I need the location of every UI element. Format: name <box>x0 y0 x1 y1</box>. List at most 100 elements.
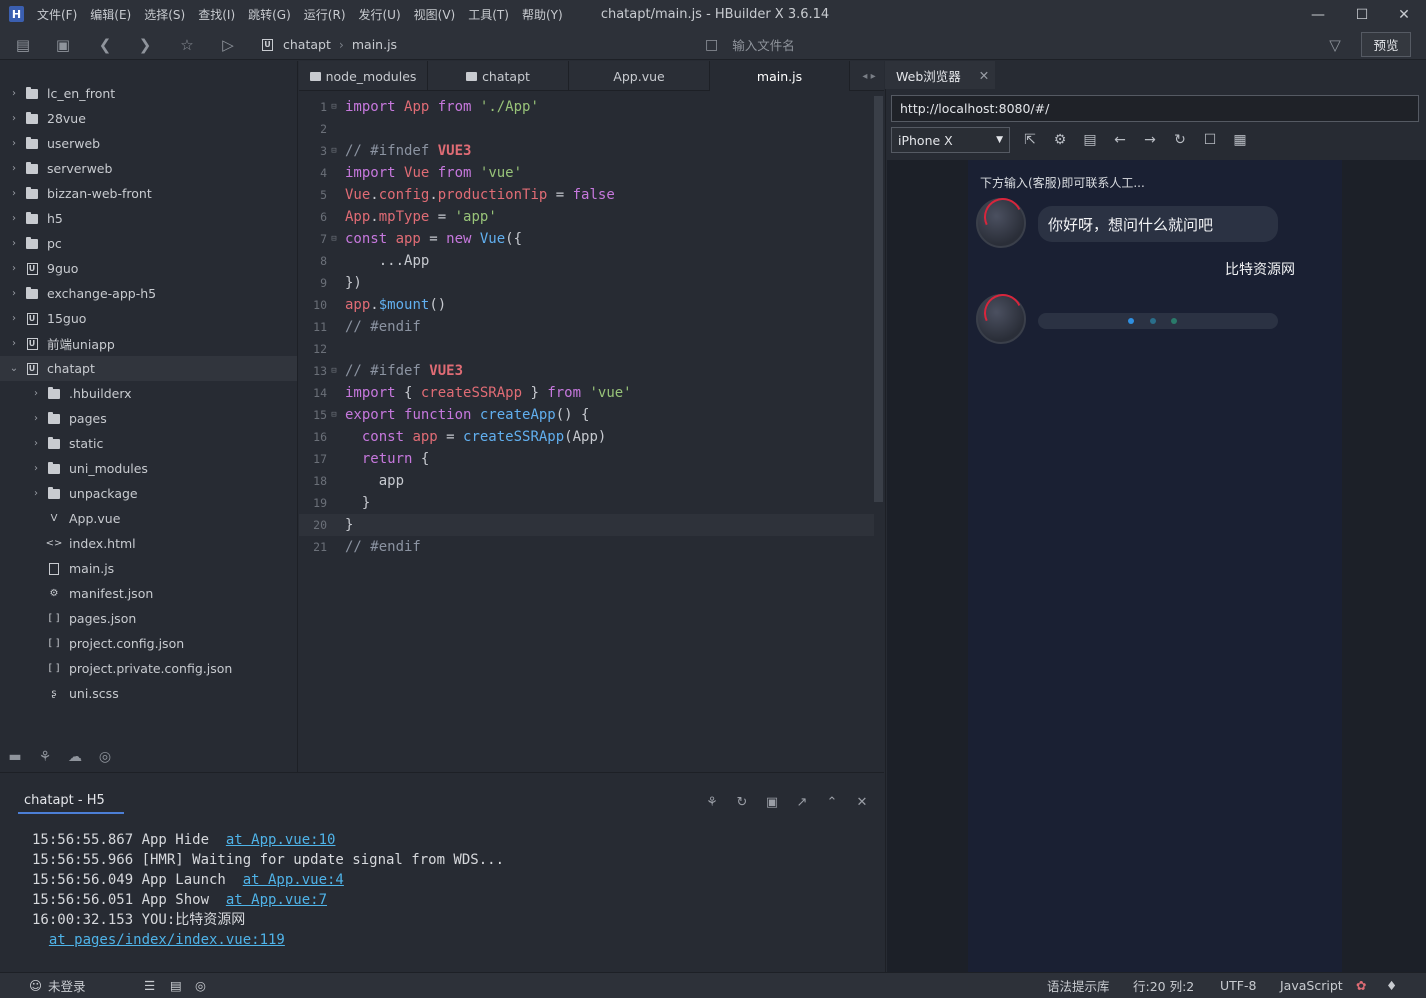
cursor-position[interactable]: 行:20 列:2 <box>1133 972 1194 998</box>
language-mode[interactable]: JavaScript <box>1280 972 1343 998</box>
editor-tab[interactable]: main.js <box>710 61 850 91</box>
debug-icon[interactable]: ⚘ <box>700 790 724 814</box>
menu-item[interactable]: 选择(S) <box>144 6 185 23</box>
code-line[interactable]: 16 const app = createSSRApp(App) <box>299 426 874 448</box>
tree-item[interactable]: ⚙ manifest.json <box>0 581 297 606</box>
source-link[interactable]: at App.vue:4 <box>243 872 344 888</box>
tree-item[interactable]: <> index.html <box>0 531 297 556</box>
notification-bell-icon[interactable]: ♦ <box>1386 972 1397 998</box>
fold-icon[interactable]: ⊟ <box>327 146 341 156</box>
chevron-icon[interactable]: › <box>31 413 41 424</box>
code-line[interactable]: 1 ⊟ import App from './App' <box>299 96 874 118</box>
editor-tab[interactable]: node_modules <box>299 61 428 91</box>
tree-item[interactable]: ʂ uni.scss <box>0 681 297 706</box>
chevron-icon[interactable]: › <box>31 388 41 399</box>
minimize-button[interactable]: — <box>1296 0 1340 29</box>
code-line[interactable]: 4 import Vue from 'vue' <box>299 162 874 184</box>
globe-status-icon[interactable]: ◎ <box>195 972 206 998</box>
fold-icon[interactable]: ⊟ <box>327 102 341 112</box>
editor-tab[interactable]: chatapt <box>428 61 569 91</box>
tree-item[interactable]: › serverweb <box>0 156 297 181</box>
tree-item[interactable]: › 28vue <box>0 106 297 131</box>
open-in-window-icon[interactable]: ⇱ <box>1016 127 1044 153</box>
url-input[interactable]: http://localhost:8080/#/ <box>891 95 1419 122</box>
chevron-icon[interactable]: › <box>9 188 19 199</box>
code-line[interactable]: 10 app.$mount() <box>299 294 874 316</box>
editor-scrollbar[interactable] <box>874 96 883 502</box>
list-icon[interactable]: ☰ <box>144 972 155 998</box>
chevron-icon[interactable]: › <box>9 88 19 99</box>
tree-item[interactable]: › lc_en_front <box>0 81 297 106</box>
forward-icon[interactable]: ❯ <box>132 29 158 60</box>
chevron-icon[interactable]: › <box>9 163 19 174</box>
menu-item[interactable]: 查找(I) <box>198 6 235 23</box>
menu-item[interactable]: 编辑(E) <box>90 6 131 23</box>
terminal-icon[interactable]: ▤ <box>170 972 182 998</box>
chevron-icon[interactable]: › <box>9 238 19 249</box>
restart-icon[interactable]: ↻ <box>730 790 754 814</box>
collapse-up-icon[interactable]: ⌃ <box>820 790 844 814</box>
chevron-icon[interactable]: › <box>31 463 41 474</box>
chevron-icon[interactable]: › <box>9 113 19 124</box>
preview-button[interactable]: 预览 <box>1361 32 1411 57</box>
tree-item[interactable]: › userweb <box>0 131 297 156</box>
chevron-icon[interactable]: ⌄ <box>9 363 19 374</box>
tree-item[interactable]: › unpackage <box>0 481 297 506</box>
menu-item[interactable]: 运行(R) <box>304 6 346 23</box>
tree-item[interactable]: V App.vue <box>0 506 297 531</box>
clear-console-icon[interactable]: ✕ <box>850 790 874 814</box>
run-icon[interactable]: ▷ <box>215 29 241 60</box>
tree-item[interactable]: › uni_modules <box>0 456 297 481</box>
tree-item[interactable]: › exchange-app-h5 <box>0 281 297 306</box>
web-globe-icon[interactable]: ◎ <box>94 742 116 772</box>
menu-item[interactable]: 工具(T) <box>468 6 509 23</box>
refresh-icon[interactable]: ↻ <box>1166 127 1194 153</box>
code-line[interactable]: 19 } <box>299 492 874 514</box>
settings-gear-icon[interactable]: ⚙ <box>1046 127 1074 153</box>
debug-bug-icon[interactable]: ⚘ <box>34 742 56 772</box>
code-line[interactable]: 15 ⊟ export function createApp() { <box>299 404 874 426</box>
feedback-icon[interactable]: ✿ <box>1356 972 1366 998</box>
qr-code-icon[interactable]: ▦ <box>1226 127 1254 153</box>
menu-item[interactable]: 文件(F) <box>37 6 77 23</box>
tree-item[interactable]: › .hbuilderx <box>0 381 297 406</box>
code-line[interactable]: 21 // #endif <box>299 536 874 558</box>
tree-item[interactable]: [ ] project.config.json <box>0 631 297 656</box>
code-editor[interactable]: 1 ⊟ import App from './App' 2 3 ⊟// #ifndef V… <box>299 92 884 772</box>
device-select[interactable]: iPhone X ▼ <box>891 127 1010 153</box>
tree-item[interactable]: › pages <box>0 406 297 431</box>
code-line[interactable]: 9}) <box>299 272 874 294</box>
open-external-icon[interactable]: ↗ <box>790 790 814 814</box>
source-link[interactable]: at App.vue:7 <box>226 892 327 908</box>
lock-icon[interactable]: ☐ <box>1196 127 1224 153</box>
code-line[interactable]: 20} <box>299 514 874 536</box>
tree-item[interactable]: [ ] pages.json <box>0 606 297 631</box>
source-link[interactable]: at App.vue:10 <box>226 832 336 848</box>
breadcrumb-file[interactable]: main.js <box>352 37 397 52</box>
chevron-icon[interactable]: › <box>31 438 41 449</box>
fold-icon[interactable]: ⊟ <box>327 234 341 244</box>
browser-tab[interactable]: Web浏览器 ✕ <box>885 61 995 89</box>
tab-scroll-arrows-icon[interactable]: ◂ ▸ <box>856 61 882 91</box>
code-line[interactable]: 17 return { <box>299 448 874 470</box>
code-line[interactable]: 14 import { createSSRApp } from 'vue' <box>299 382 874 404</box>
devtools-console-icon[interactable]: ▤ <box>1076 127 1104 153</box>
file-search[interactable]: □ 输入文件名 <box>705 29 795 60</box>
close-window-button[interactable]: ✕ <box>1382 0 1426 29</box>
tree-item[interactable]: [ ] project.private.config.json <box>0 656 297 681</box>
breadcrumb-project[interactable]: chatapt <box>283 37 331 52</box>
code-line[interactable]: 2 <box>299 118 874 140</box>
bookmark-star-icon[interactable]: ☆ <box>174 29 200 60</box>
menu-item[interactable]: 跳转(G) <box>248 6 291 23</box>
browser-back-icon[interactable]: ← <box>1106 127 1134 153</box>
new-file-icon[interactable]: ▤ <box>10 29 36 60</box>
maximize-button[interactable]: ☐ <box>1340 0 1384 29</box>
stop-icon[interactable]: ▣ <box>760 790 784 814</box>
tree-item[interactable]: › h5 <box>0 206 297 231</box>
code-line[interactable]: 13 ⊟// #ifdef VUE3 <box>299 360 874 382</box>
file-encoding[interactable]: UTF-8 <box>1220 972 1256 998</box>
chevron-icon[interactable]: › <box>9 288 19 299</box>
syntax-library[interactable]: 语法提示库 <box>1047 972 1110 998</box>
chevron-icon[interactable]: › <box>9 313 19 324</box>
code-line[interactable]: 8 ...App <box>299 250 874 272</box>
